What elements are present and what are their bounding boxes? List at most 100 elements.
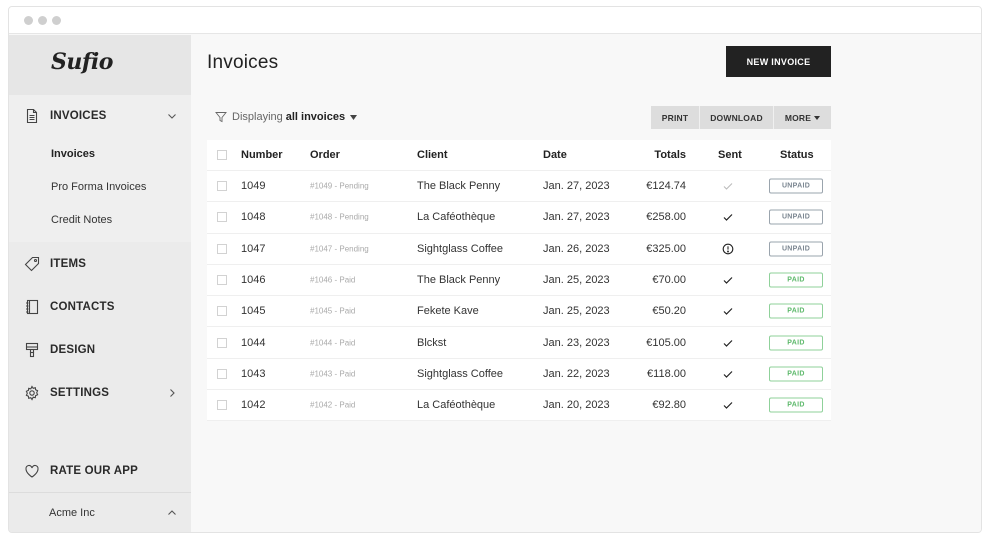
invoice-number[interactable]: 1047 (241, 243, 265, 255)
row-checkbox[interactable] (217, 212, 227, 223)
column-header-date[interactable]: Date (543, 149, 567, 161)
invoice-number[interactable]: 1042 (241, 399, 265, 411)
table-body: 1049 #1049 - Pending The Black Penny Jan. 2… (207, 171, 831, 422)
order-reference[interactable]: #1045 - Paid (310, 307, 355, 316)
status-badge: PAID (769, 366, 823, 382)
table-row[interactable]: 1046 #1046 - Paid The Black Penny Jan. 25, … (207, 265, 831, 297)
row-checkbox[interactable] (217, 275, 227, 286)
sidebar-item-label: ITEMS (50, 257, 87, 270)
print-button[interactable]: PRINT (651, 106, 700, 129)
invoice-date: Jan. 27, 2023 (543, 211, 610, 224)
table-toolbar: PRINT DOWNLOAD MORE (651, 106, 831, 129)
sent-indicator (722, 368, 734, 380)
invoice-total: €118.00 (647, 367, 686, 380)
status-badge: UNPAID (769, 241, 823, 257)
sidebar-item-rate-our-app[interactable]: RATE OUR APP (9, 450, 191, 492)
new-invoice-button[interactable]: NEW INVOICE (726, 46, 831, 77)
row-checkbox[interactable] (217, 243, 227, 254)
window-maximize-dot[interactable] (52, 16, 61, 25)
filter-dropdown[interactable]: Displaying all invoices (215, 111, 358, 123)
invoice-number[interactable]: 1043 (241, 368, 265, 380)
table-row[interactable]: 1049 #1049 - Pending The Black Penny Jan. 2… (207, 171, 831, 203)
status-cell: UNPAID (769, 209, 823, 225)
column-header-number[interactable]: Number (241, 149, 283, 161)
status-badge: PAID (769, 335, 823, 351)
order-reference[interactable]: #1049 - Pending (310, 182, 369, 191)
paint-roller-icon (25, 342, 39, 357)
row-checkbox[interactable] (217, 306, 227, 317)
sent-indicator (722, 211, 734, 223)
order-reference[interactable]: #1043 - Paid (310, 369, 355, 378)
invoice-date: Jan. 26, 2023 (543, 242, 610, 255)
invoice-date: Jan. 23, 2023 (543, 336, 610, 349)
client-name: The Black Penny (417, 180, 501, 193)
status-cell: PAID (769, 303, 823, 319)
sidebar-subitem-pro-forma-invoices[interactable]: Pro Forma Invoices (9, 170, 191, 203)
table-row[interactable]: 1043 #1043 - Paid Sightglass Coffee Jan. 22… (207, 359, 831, 391)
row-checkbox[interactable] (217, 181, 227, 192)
table-row[interactable]: 1045 #1045 - Paid Fekete Kave Jan. 25, 2023… (207, 296, 831, 328)
sidebar-subitem-invoices[interactable]: Invoices (9, 137, 191, 170)
row-checkbox[interactable] (217, 337, 227, 348)
order-reference[interactable]: #1044 - Paid (310, 338, 355, 347)
invoice-number[interactable]: 1046 (241, 274, 265, 286)
invoice-date: Jan. 22, 2023 (543, 367, 610, 380)
table-row[interactable]: 1048 #1048 - Pending La Caféothèque Jan. 27… (207, 202, 831, 234)
invoice-total: €70.00 (652, 274, 686, 287)
status-cell: UNPAID (769, 241, 823, 257)
status-badge: PAID (769, 397, 823, 413)
invoice-date: Jan. 25, 2023 (543, 274, 610, 287)
heart-icon (25, 464, 39, 478)
chevron-down-icon[interactable] (167, 111, 177, 121)
order-reference[interactable]: #1042 - Paid (310, 401, 355, 410)
logo[interactable]: Sufio (51, 49, 113, 75)
invoice-number[interactable]: 1044 (241, 337, 265, 349)
check-icon (723, 183, 733, 190)
rate-app-section: RATE OUR APP (9, 450, 191, 492)
order-reference[interactable]: #1047 - Pending (310, 244, 369, 253)
table-row[interactable]: 1047 #1047 - Pending Sightglass Coffee Jan.… (207, 234, 831, 265)
window-close-dot[interactable] (24, 16, 33, 25)
order-reference[interactable]: #1048 - Pending (310, 213, 369, 222)
account-name: Acme Inc (49, 506, 95, 519)
sidebar-subitem-credit-notes[interactable]: Credit Notes (9, 203, 191, 236)
account-switcher[interactable]: Acme Inc (9, 492, 191, 532)
column-header-sent[interactable]: Sent (718, 149, 742, 161)
sidebar-item-design[interactable]: DESIGN (9, 328, 191, 371)
status-cell: UNPAID (769, 178, 823, 194)
download-button[interactable]: DOWNLOAD (700, 106, 774, 129)
window-minimize-dot[interactable] (38, 16, 47, 25)
invoice-number[interactable]: 1049 (241, 180, 265, 192)
tag-icon (24, 256, 40, 271)
client-name: Sightglass Coffee (417, 242, 504, 255)
check-icon (723, 339, 733, 347)
column-header-client[interactable]: Client (417, 149, 448, 161)
check-icon (723, 308, 733, 316)
invoice-number[interactable]: 1048 (241, 211, 265, 223)
column-header-status[interactable]: Status (780, 149, 814, 161)
status-badge: PAID (769, 272, 823, 288)
chevron-right-icon[interactable] (167, 388, 177, 398)
sidebar-item-items[interactable]: ITEMS (9, 242, 191, 285)
column-header-totals[interactable]: Totals (654, 149, 686, 161)
sidebar-item-invoices[interactable]: INVOICES (9, 95, 191, 137)
sidebar-item-settings[interactable]: SETTINGS (9, 371, 191, 414)
row-checkbox[interactable] (217, 368, 227, 379)
invoice-number[interactable]: 1045 (241, 305, 265, 317)
table-row[interactable]: 1044 #1044 - Paid Blckst Jan. 23, 2023 €105.… (207, 327, 831, 359)
table-row[interactable]: 1042 #1042 - Paid La Caféothèque Jan. 20, 2… (207, 390, 831, 422)
sent-indicator (722, 337, 734, 349)
more-button[interactable]: MORE (774, 106, 831, 129)
window-titlebar (9, 7, 981, 34)
sidebar-item-contacts[interactable]: CONTACTS (9, 285, 191, 328)
gear-icon (25, 384, 39, 401)
more-label: MORE (784, 112, 812, 123)
row-checkbox[interactable] (217, 400, 227, 411)
order-reference[interactable]: #1046 - Paid (310, 276, 355, 285)
filter-icon (215, 112, 227, 123)
client-name: Fekete Kave (417, 305, 479, 318)
client-name: La Caféothèque (417, 399, 496, 412)
column-header-order[interactable]: Order (310, 149, 340, 161)
invoices-nav-group: INVOICES Invoices Pro Forma Invoices Cre… (9, 95, 191, 242)
select-all-checkbox[interactable] (217, 150, 227, 160)
